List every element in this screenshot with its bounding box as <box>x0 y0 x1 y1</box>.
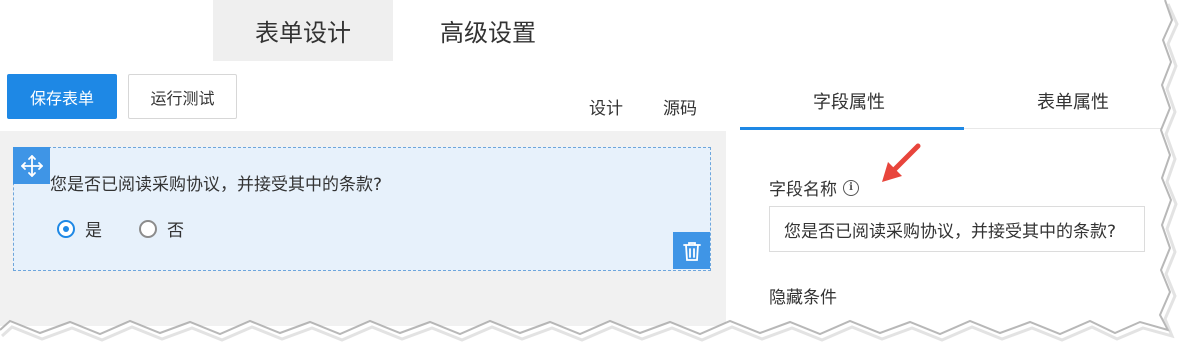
move-arrows-icon[interactable] <box>13 147 50 184</box>
radio-option-label: 否 <box>167 221 184 241</box>
tab-advanced-settings[interactable]: 高级设置 <box>393 0 583 61</box>
tab-form-properties[interactable]: 表单属性 <box>1037 88 1109 114</box>
radio-checked-icon[interactable] <box>57 219 75 238</box>
field-question-label: 您是否已阅读采购协议，并接受其中的条款? <box>50 175 383 195</box>
radio-option-yes[interactable]: 是 <box>57 216 102 241</box>
info-circle-icon[interactable]: i <box>843 179 859 196</box>
save-form-button[interactable]: 保存表单 <box>7 74 117 119</box>
field-name-label-row: 字段名称 i <box>769 175 859 200</box>
run-test-button[interactable]: 运行测试 <box>128 74 237 119</box>
trash-icon[interactable] <box>673 232 710 269</box>
radio-option-no[interactable]: 否 <box>139 216 184 241</box>
source-code-link[interactable]: 源码 <box>663 94 697 119</box>
tab-form-design[interactable]: 表单设计 <box>213 0 393 61</box>
field-name-label: 字段名称 <box>769 180 837 200</box>
design-view-link[interactable]: 设计 <box>589 94 623 119</box>
red-arrow-icon <box>882 143 921 182</box>
selected-field-card[interactable] <box>13 147 711 271</box>
app-window: 表单设计 高级设置 保存表单 运行测试 设计 源码 您是否已阅读采购协议，并接受… <box>0 0 1165 326</box>
radio-option-label: 是 <box>85 221 102 241</box>
radio-unchecked-icon[interactable] <box>139 219 157 238</box>
tab-field-properties[interactable]: 字段属性 <box>813 88 885 114</box>
hidden-condition-label: 隐藏条件 <box>769 288 837 308</box>
field-name-input[interactable] <box>769 206 1145 252</box>
active-tab-indicator <box>740 127 964 130</box>
